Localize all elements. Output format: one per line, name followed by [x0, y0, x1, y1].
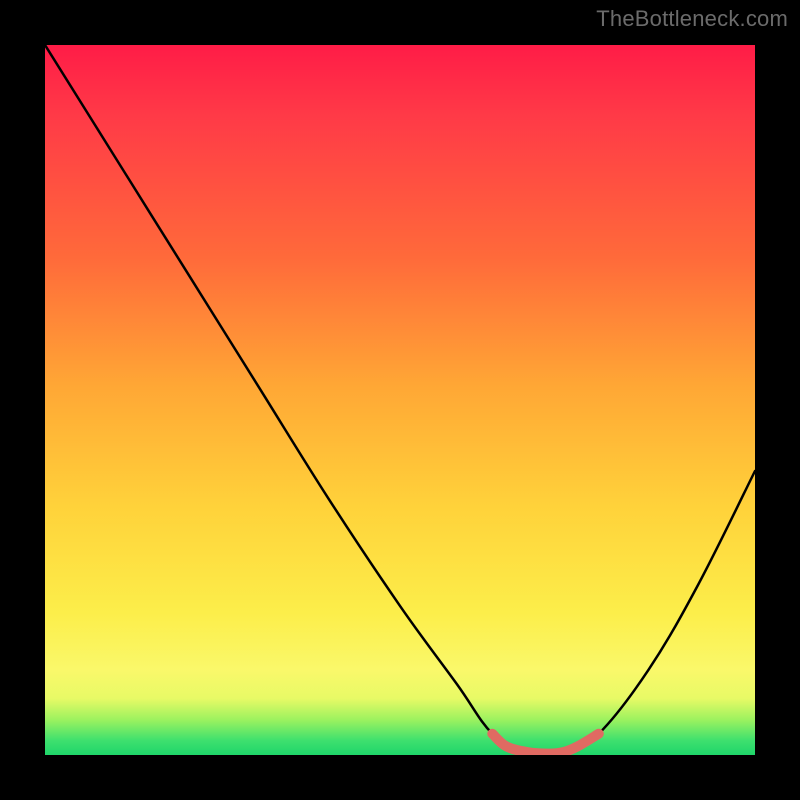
plot-area — [45, 45, 755, 755]
chart-frame: TheBottleneck.com — [0, 0, 800, 800]
optimal-zone-highlight — [492, 734, 599, 754]
curve-layer — [45, 45, 755, 755]
attribution-label: TheBottleneck.com — [596, 6, 788, 32]
bottleneck-curve — [45, 45, 755, 755]
